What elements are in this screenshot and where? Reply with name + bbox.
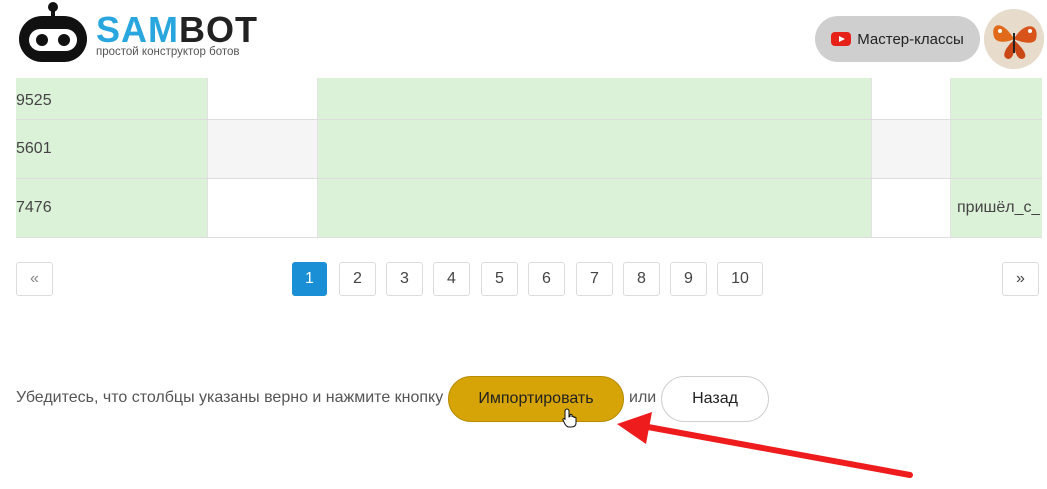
table-row: 9525 (16, 78, 1042, 120)
master-classes-label: Мастер-классы (857, 30, 964, 48)
table-cell (208, 78, 318, 119)
page-5[interactable]: 5 (481, 262, 518, 296)
brand-tagline: простой конструктор ботов (96, 46, 240, 58)
page-9[interactable]: 9 (670, 262, 707, 296)
page-4[interactable]: 4 (433, 262, 470, 296)
brand-bot: BOT (179, 9, 258, 50)
import-button[interactable]: Импортировать (448, 376, 624, 422)
table-cell (318, 179, 872, 237)
table-cell (951, 120, 1042, 178)
table-cell (208, 179, 318, 237)
table-row: 5601 (16, 120, 1042, 179)
table-row: 7476 пришёл_с_ (16, 179, 1042, 238)
page-8[interactable]: 8 (623, 262, 660, 296)
brand-name: SAMBOT (96, 10, 258, 50)
pagination-next[interactable]: » (1002, 262, 1039, 296)
robot-icon (19, 2, 87, 62)
cell-text: 5601 (16, 140, 52, 157)
cell-text: пришёл_с_ (957, 199, 1041, 216)
page-2[interactable]: 2 (339, 262, 376, 296)
table-cell: 9525 (16, 78, 208, 119)
butterfly-avatar-icon (984, 9, 1044, 69)
cell-text: 9525 (16, 92, 52, 109)
page-3[interactable]: 3 (386, 262, 423, 296)
master-classes-button[interactable]: Мастер-классы (815, 16, 980, 62)
page-6[interactable]: 6 (528, 262, 565, 296)
table-cell: 7476 (16, 179, 208, 237)
page-10[interactable]: 10 (717, 262, 763, 296)
table-cell (318, 120, 872, 178)
pagination-prev[interactable]: « (16, 262, 53, 296)
table-cell (208, 120, 318, 178)
page-1[interactable]: 1 (292, 262, 327, 296)
table-cell (951, 78, 1042, 119)
brand-sam: SAM (96, 9, 179, 50)
import-instruction: Убедитесь, что столбцы указаны верно и н… (16, 389, 444, 406)
table-cell: 5601 (16, 120, 208, 178)
table-cell (318, 78, 872, 119)
back-button[interactable]: Назад (661, 376, 769, 422)
table-cell: пришёл_с_ (951, 179, 1042, 237)
table-cell (872, 179, 951, 237)
header: SAMBOT простой конструктор ботов Мастер-… (0, 0, 1047, 78)
sambot-logo[interactable]: SAMBOT простой конструктор ботов (16, 2, 276, 64)
or-label: или (629, 389, 657, 406)
hand-pointer-icon (562, 408, 577, 428)
avatar[interactable] (984, 9, 1044, 69)
table-cell (872, 120, 951, 178)
cell-text: 7476 (16, 199, 52, 216)
page-7[interactable]: 7 (576, 262, 613, 296)
youtube-icon (831, 32, 852, 46)
import-preview-table: 9525 5601 7476 пришёл_с_ (16, 78, 1042, 238)
table-cell (872, 78, 951, 119)
